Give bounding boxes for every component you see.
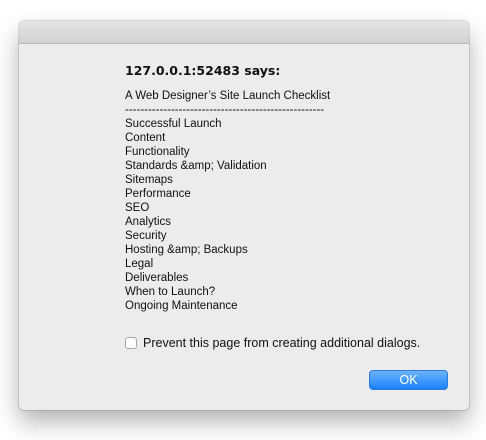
- message-line: Ongoing Maintenance: [125, 300, 238, 312]
- dialog-message: A Web Designer’s Site Launch Checklist -…: [125, 89, 455, 313]
- prevent-dialogs-checkbox[interactable]: [125, 337, 137, 349]
- message-line: Analytics: [125, 216, 172, 228]
- alert-dialog: 127.0.0.1:52483 says: A Web Designer’s S…: [19, 21, 469, 410]
- screen: 127.0.0.1:52483 says: A Web Designer’s S…: [0, 0, 486, 440]
- message-line: Content: [125, 132, 166, 144]
- message-line: A Web Designer’s Site Launch Checklist: [125, 90, 331, 102]
- message-line: SEO: [125, 202, 150, 214]
- message-line: Performance: [125, 188, 191, 200]
- message-line: Standards &amp; Validation: [125, 160, 267, 172]
- dialog-origin: 127.0.0.1:52483 says:: [125, 63, 281, 78]
- prevent-dialogs-label: Prevent this page from creating addition…: [143, 336, 421, 350]
- prevent-dialogs-option[interactable]: Prevent this page from creating addition…: [125, 336, 420, 350]
- message-line: Sitemaps: [125, 174, 173, 186]
- ok-button[interactable]: OK: [369, 370, 448, 390]
- message-line: Successful Launch: [125, 118, 222, 130]
- message-line: Functionality: [125, 146, 190, 158]
- message-line: Legal: [125, 258, 154, 270]
- message-line: Security: [125, 230, 167, 242]
- message-line: ----------------------------------------…: [125, 104, 325, 116]
- dialog-content: 127.0.0.1:52483 says: A Web Designer’s S…: [125, 63, 455, 313]
- message-line: Hosting &amp; Backups: [125, 244, 248, 256]
- message-line: Deliverables: [125, 272, 189, 284]
- message-line: When to Launch?: [125, 286, 216, 298]
- dialog-titlebar[interactable]: [19, 21, 469, 44]
